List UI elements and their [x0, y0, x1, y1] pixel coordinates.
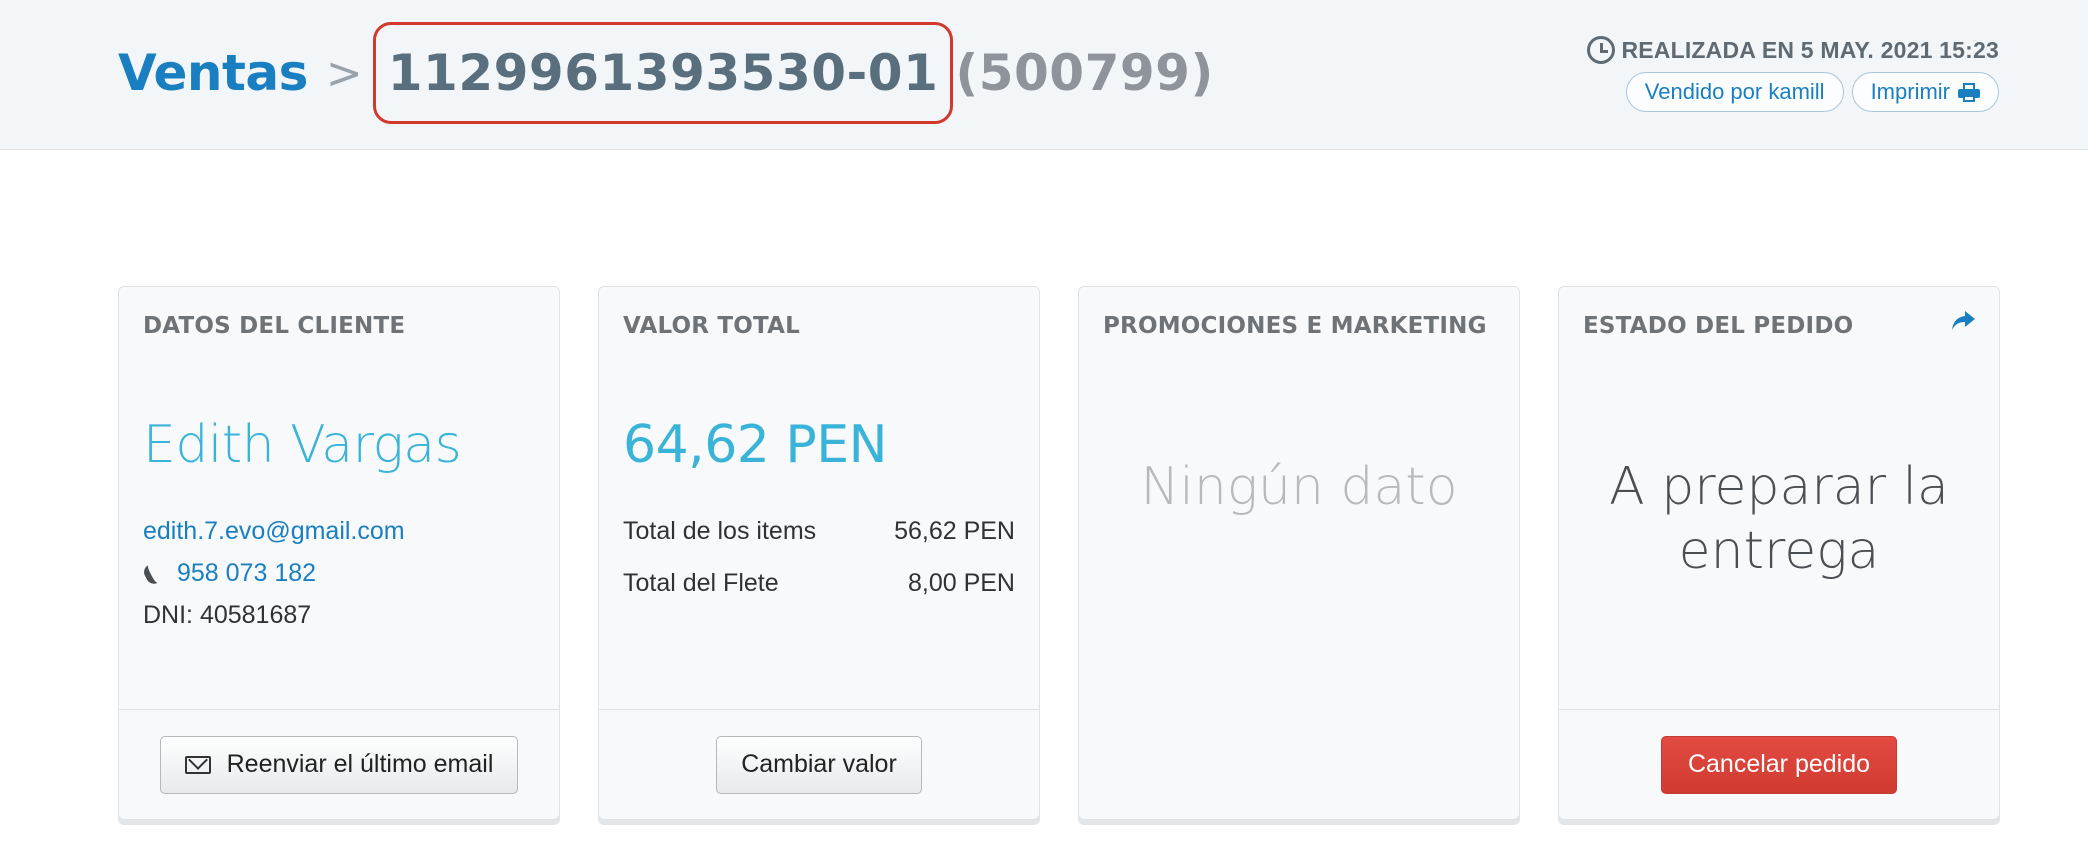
promotions-empty-text: Ningún dato — [1140, 457, 1458, 517]
phone-icon — [143, 563, 163, 585]
items-total-label: Total de los items — [623, 517, 817, 545]
promotions-card-title: PROMOCIONES E MARKETING — [1103, 313, 1487, 339]
freight-total-label: Total del Flete — [623, 569, 779, 597]
clock-icon — [1587, 36, 1616, 64]
total-card-title: VALOR TOTAL — [623, 313, 800, 339]
resend-email-label: Reenviar el último email — [226, 750, 494, 778]
print-button[interactable]: Imprimir — [1851, 72, 1999, 112]
envelope-icon — [184, 755, 211, 774]
customer-phone-number: 958 073 182 — [177, 559, 317, 587]
cancel-order-button[interactable]: Cancelar pedido — [1660, 735, 1898, 794]
share-icon[interactable] — [1949, 307, 1977, 335]
status-card: ESTADO DEL PEDIDO A preparar la entrega … — [1558, 286, 2000, 820]
order-status-line1: A preparar la — [1609, 457, 1949, 517]
customer-phone[interactable]: 958 073 182 — [143, 559, 316, 588]
order-created-date: REALIZADA EN 5 MAY. 2021 15:23 — [1587, 36, 1999, 64]
seller-button[interactable]: Vendido por kamill — [1625, 72, 1844, 112]
breadcrumb-ventas-link[interactable]: Ventas — [118, 44, 308, 102]
order-status-line2: entrega — [1678, 521, 1880, 581]
items-total-row: Total de los items 56,62 PEN — [623, 517, 1015, 546]
freight-total-row: Total del Flete 8,00 PEN — [623, 569, 1015, 598]
status-card-title: ESTADO DEL PEDIDO — [1583, 313, 1854, 339]
total-amount: 64,62 PEN — [623, 415, 888, 475]
total-card: VALOR TOTAL 64,62 PEN Total de los items… — [598, 286, 1040, 820]
customer-card-title: DATOS DEL CLIENTE — [143, 313, 406, 339]
change-value-button[interactable]: Cambiar valor — [716, 735, 922, 794]
seller-button-label: Vendido por kamill — [1644, 79, 1825, 104]
total-card-footer: Cambiar valor — [599, 709, 1039, 819]
header-actions: Vendido por kamill Imprimir — [1587, 72, 1999, 112]
customer-card: DATOS DEL CLIENTE Edith Vargas edith.7.e… — [118, 286, 560, 820]
order-status: A preparar la entrega — [1559, 455, 1999, 583]
items-total-value: 56,62 PEN — [894, 517, 1015, 545]
order-created-label: REALIZADA EN 5 MAY. 2021 15:23 — [1621, 36, 1999, 63]
printer-icon — [1958, 83, 1980, 102]
order-meta: REALIZADA EN 5 MAY. 2021 15:23 Vendido p… — [1587, 36, 1999, 112]
order-id: 1129961393530-01 — [372, 22, 954, 124]
customer-dni: DNI: 40581687 — [143, 601, 312, 629]
customer-name: Edith Vargas — [143, 415, 462, 475]
promotions-card: PROMOCIONES E MARKETING Ningún dato — [1078, 286, 1520, 820]
print-button-label: Imprimir — [1870, 79, 1950, 104]
breadcrumb-separator: > — [325, 47, 363, 99]
resend-email-button[interactable]: Reenviar el último email — [159, 735, 519, 794]
order-summary-cards: DATOS DEL CLIENTE Edith Vargas edith.7.e… — [118, 286, 2000, 820]
breadcrumb: Ventas > 1129961393530-01 (500799) — [118, 22, 1214, 124]
status-card-footer: Cancelar pedido — [1559, 709, 1999, 819]
order-sequence: (500799) — [955, 44, 1214, 102]
freight-total-value: 8,00 PEN — [907, 569, 1015, 597]
customer-email-link[interactable]: edith.7.evo@gmail.com — [143, 517, 405, 546]
customer-card-footer: Reenviar el último email — [119, 709, 559, 819]
